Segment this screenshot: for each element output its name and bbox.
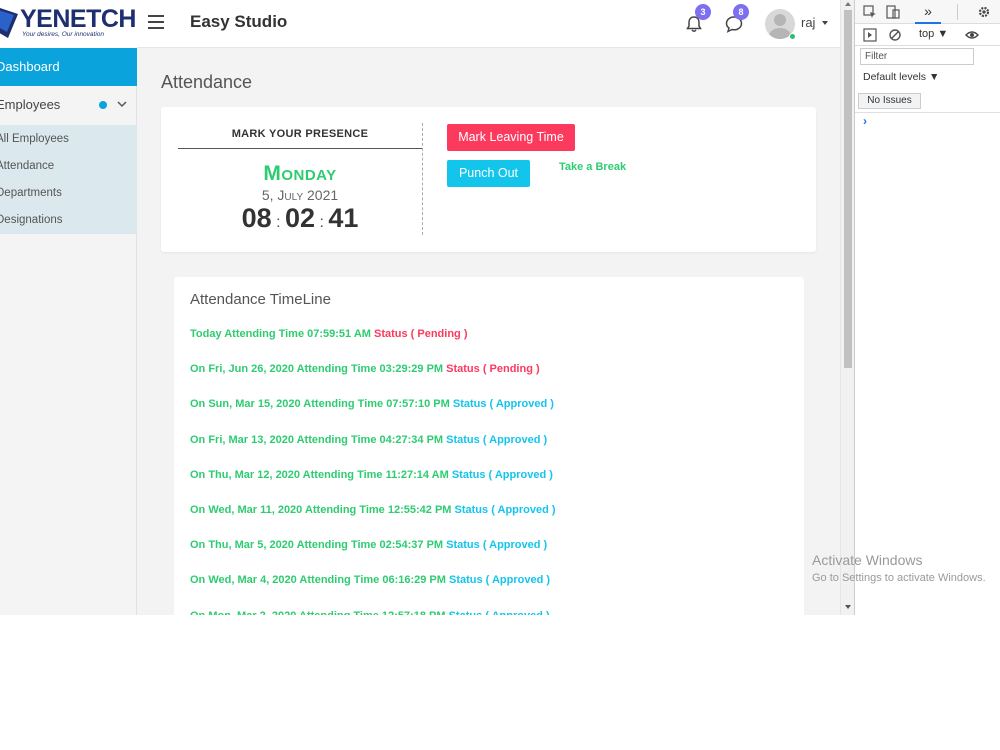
clock-minutes: 02 — [284, 203, 316, 233]
presence-heading: MARK YOUR PRESENCE — [231, 128, 369, 140]
attending-time-text: On Mon, Mar 2, 2020 Attending Time 12:57… — [190, 610, 446, 615]
timeline-row: On Fri, Mar 13, 2020 Attending Time 04:2… — [190, 434, 547, 446]
page-title: Attendance — [161, 72, 253, 92]
mark-leaving-time-button[interactable]: Mark Leaving Time — [447, 124, 575, 151]
console-toolbar: top ▼ — [855, 24, 1000, 46]
attendance-status-badge: Status ( Pending ) — [373, 328, 468, 340]
clock-seconds: 41 — [328, 203, 359, 233]
scroll-up-arrow-icon[interactable] — [845, 2, 851, 6]
notifications-badge: 3 — [695, 4, 711, 20]
app-title: Easy Studio — [190, 12, 288, 31]
sidebar-item-all-employees[interactable]: All Employees — [0, 126, 137, 153]
attendance-status-badge: Status ( Approved ) — [451, 468, 553, 481]
context-label: top — [919, 28, 935, 40]
chevron-down-icon — [117, 101, 127, 108]
attending-time-text: On Fri, Mar 13, 2020 Attending Time 04:2… — [190, 433, 444, 446]
sidebar-item-departments[interactable]: Departments — [0, 180, 137, 207]
timeline-row: On Mon, Mar 2, 2020 Attending Time 12:57… — [190, 610, 550, 615]
attendance-status-badge: Status ( Approved ) — [446, 433, 548, 446]
timeline-row: On Wed, Mar 4, 2020 Attending Time 06:16… — [190, 574, 550, 586]
clock-hours: 08 — [241, 203, 272, 233]
attending-time-text: Today Attending Time 07:59:51 AM — [190, 328, 371, 340]
timeline-row: On Thu, Mar 12, 2020 Attending Time 11:2… — [190, 469, 553, 481]
browser-viewport: YENETCH Your desires, Our innovation Das… — [0, 0, 1000, 615]
devtools-panel: » top ▼ Filter Default levels ▼ No Issue… — [854, 0, 1000, 615]
scrollbar-thumb[interactable] — [844, 10, 852, 368]
card-divider — [422, 123, 423, 235]
sidebar-item-label: Employees — [0, 97, 61, 112]
windows-activation-hint: Go to Settings to activate Windows. — [812, 572, 986, 584]
more-tabs-button[interactable]: » — [915, 3, 941, 24]
user-name[interactable]: raj — [801, 15, 815, 30]
timeline-row: On Fri, Jun 26, 2020 Attending Time 03:2… — [190, 363, 540, 375]
devtools-tabbar: » — [855, 0, 1000, 24]
caret-down-icon[interactable] — [822, 21, 828, 25]
sidebar-item-dashboard[interactable]: Dashboard — [0, 48, 137, 86]
attendance-status-badge: Status ( Approved ) — [454, 504, 556, 516]
settings-gear-icon[interactable] — [977, 5, 991, 19]
context-selector[interactable]: top ▼ — [919, 28, 948, 40]
timeline-row: On Wed, Mar 11, 2020 Attending Time 12:5… — [190, 504, 556, 516]
sidebar-item-designations[interactable]: Designations — [0, 207, 137, 234]
top-header: Easy Studio 3 8 raj — [137, 0, 840, 48]
sidebar-toggle-icon[interactable] — [863, 28, 877, 42]
console-divider — [855, 112, 1000, 113]
employees-submenu: All Employees Attendance Departments Des… — [0, 125, 137, 234]
attending-time-text: On Thu, Mar 5, 2020 Attending Time 02:54… — [190, 539, 444, 552]
issues-button[interactable]: No Issues — [858, 93, 921, 109]
attending-time-text: On Thu, Mar 12, 2020 Attending Time 11:2… — [190, 468, 449, 481]
heading-underline — [178, 148, 422, 149]
sidebar-item-employees[interactable]: Employees — [0, 86, 137, 124]
page-scrollbar[interactable] — [840, 0, 854, 615]
toolbar-separator — [957, 4, 958, 20]
brand-tagline: Your desires, Our innovation — [22, 31, 105, 38]
current-date: 5, July 2021 — [261, 187, 339, 203]
attendance-status-badge: Status ( Approved ) — [452, 398, 554, 411]
sidebar: YENETCH Your desires, Our innovation Das… — [0, 0, 137, 615]
eye-icon[interactable] — [965, 28, 979, 42]
clear-console-icon[interactable] — [888, 28, 902, 42]
attendance-status-badge: Status ( Approved ) — [446, 539, 548, 552]
live-clock: 08 : 02 : 41 — [241, 203, 359, 233]
timeline-title: Attendance TimeLine — [190, 291, 331, 308]
current-day: Monday — [263, 162, 337, 185]
online-status-dot — [789, 33, 796, 40]
brand-name: YENETCH — [20, 5, 136, 33]
inspect-element-icon[interactable] — [863, 5, 877, 19]
attending-time-text: On Sun, Mar 15, 2020 Attending Time 07:5… — [190, 398, 450, 411]
device-toolbar-icon[interactable] — [886, 5, 900, 19]
attendance-status-badge: Status ( Pending ) — [446, 363, 540, 376]
logo-mark-icon — [0, 8, 18, 38]
attending-time-text: On Wed, Mar 11, 2020 Attending Time 12:5… — [190, 504, 452, 516]
sidebar-item-attendance[interactable]: Attendance — [0, 153, 137, 180]
brand-logo[interactable]: YENETCH Your desires, Our innovation — [0, 0, 137, 48]
messages-badge: 8 — [733, 4, 749, 20]
scroll-down-arrow-icon[interactable] — [845, 605, 851, 609]
punch-out-button[interactable]: Punch Out — [447, 160, 530, 187]
mark-presence-card: MARK YOUR PRESENCE Monday 5, July 2021 0… — [161, 107, 816, 252]
log-levels-label: Default levels — [863, 71, 927, 83]
timeline-row: On Thu, Mar 5, 2020 Attending Time 02:54… — [190, 539, 547, 551]
active-dot-icon — [99, 101, 107, 109]
attendance-status-badge: Status ( Approved ) — [449, 574, 551, 587]
hamburger-menu-icon[interactable] — [148, 15, 164, 29]
attending-time-text: On Wed, Mar 4, 2020 Attending Time 06:16… — [190, 574, 446, 587]
take-a-break-link[interactable]: Take a Break — [559, 161, 626, 173]
attendance-status-badge: Status ( Approved ) — [449, 610, 550, 615]
log-levels-dropdown[interactable]: Default levels ▼ — [863, 71, 939, 83]
attending-time-text: On Fri, Jun 26, 2020 Attending Time 03:2… — [190, 363, 444, 376]
timeline-row: On Sun, Mar 15, 2020 Attending Time 07:5… — [190, 398, 554, 410]
timeline-row: Today Attending Time 07:59:51 AM Status … — [190, 328, 467, 340]
windows-activation-title: Activate Windows — [812, 552, 923, 568]
console-prompt-icon[interactable]: › — [863, 114, 867, 128]
console-filter-input[interactable]: Filter — [860, 48, 974, 65]
attendance-timeline-card: Attendance TimeLine Today Attending Time… — [174, 277, 804, 615]
